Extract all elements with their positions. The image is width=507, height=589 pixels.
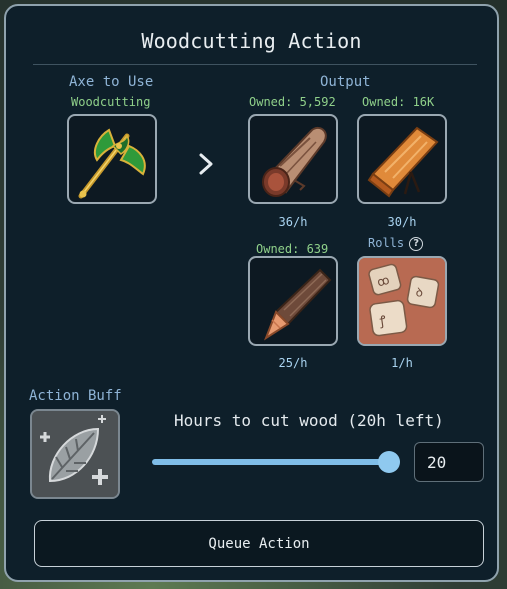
hours-label: Hours to cut wood (20h left) <box>174 411 444 430</box>
output-rate-rolls: 1/h <box>391 356 413 370</box>
axe-heading: Axe to Use <box>69 74 154 90</box>
output-rate-stick: 25/h <box>278 356 308 370</box>
output-slot-rolls[interactable]: ꝏ ꝺ ꝭ <box>357 256 447 346</box>
output-heading: Output <box>320 74 371 90</box>
queue-action-button[interactable]: Queue Action <box>34 520 484 567</box>
buff-slot[interactable] <box>30 409 120 499</box>
hours-slider-track[interactable] <box>152 459 390 465</box>
plank-icon <box>367 126 439 198</box>
title-divider <box>33 64 477 65</box>
dialog-title: Woodcutting Action <box>141 29 362 53</box>
stick-icon <box>263 268 332 341</box>
rolls-label: Rolls <box>368 236 405 250</box>
output-slot-stick[interactable] <box>248 256 338 346</box>
axe-slot[interactable] <box>67 114 157 204</box>
output-slot-plank[interactable] <box>357 114 447 204</box>
dice-icon: ꝏ ꝺ ꝭ <box>359 258 445 344</box>
output-rolls-heading: Rolls? <box>368 236 424 251</box>
output-owned-stick: Owned: 639 <box>256 242 329 256</box>
buff-heading: Action Buff <box>29 388 122 404</box>
axe-skill-label: Woodcutting <box>71 95 151 109</box>
output-rate-plank: 30/h <box>387 215 417 229</box>
log-icon <box>262 126 327 197</box>
output-owned-plank: Owned: 16K <box>362 95 435 109</box>
chevron-right-icon <box>199 153 213 175</box>
woodcutting-action-dialog: Woodcutting Action Axe to Use Woodcuttin… <box>4 4 499 582</box>
hours-input[interactable] <box>414 442 484 482</box>
axe-icon <box>78 128 146 199</box>
output-owned-log: Owned: 5,592 <box>249 95 336 109</box>
output-rate-log: 36/h <box>278 215 308 229</box>
hours-slider-thumb[interactable] <box>378 451 400 473</box>
question-circle-icon[interactable]: ? <box>409 236 424 251</box>
output-slot-log[interactable] <box>248 114 338 204</box>
leaf-buff-icon <box>32 411 118 497</box>
